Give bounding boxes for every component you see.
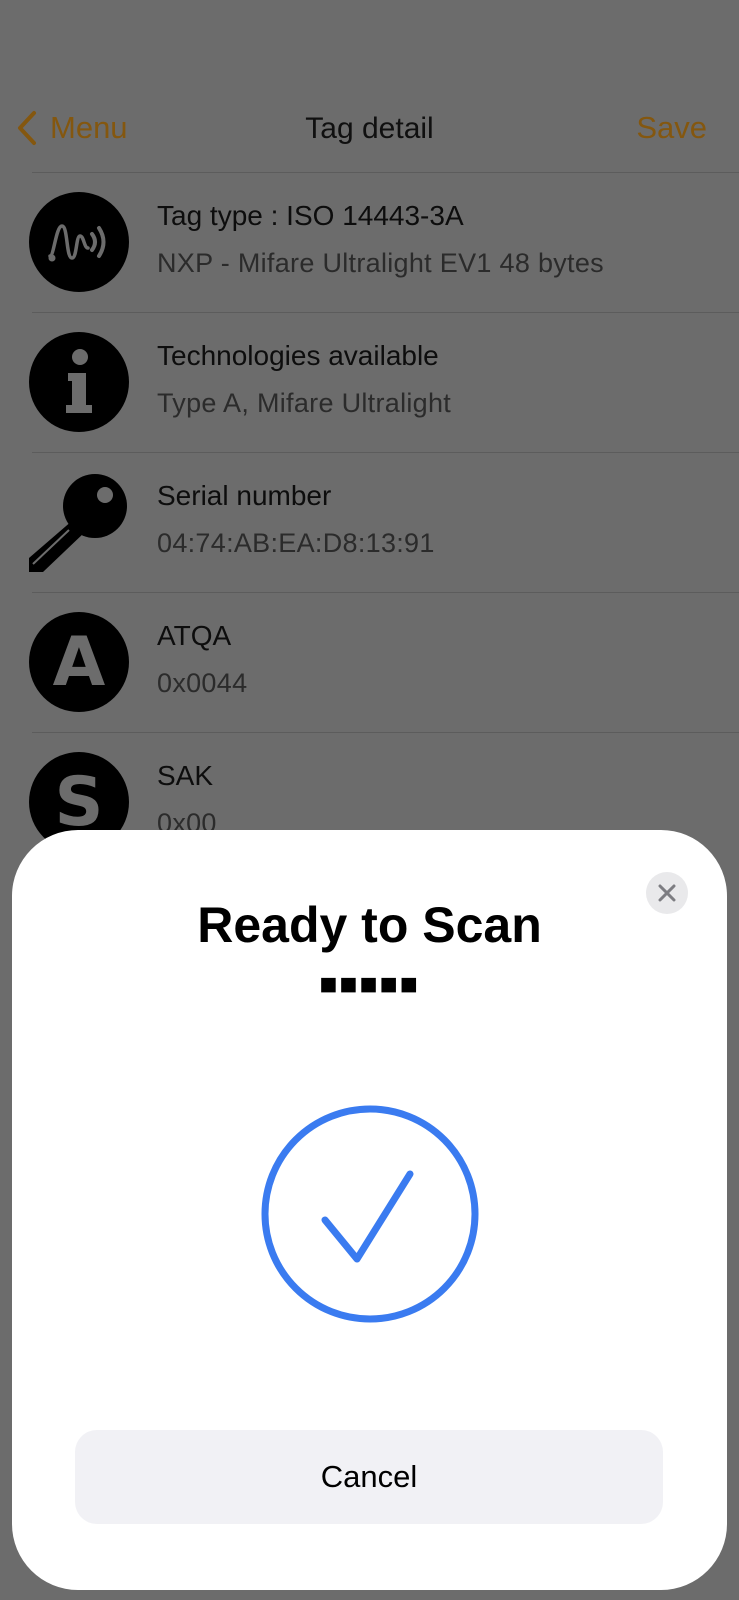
row-title: ATQA: [157, 620, 232, 651]
divider: [32, 592, 739, 593]
row-title: Tag type : ISO 14443-3A: [157, 200, 464, 231]
divider: [32, 452, 739, 453]
save-button[interactable]: Save: [636, 110, 707, 146]
list-item-tag-type[interactable]: Tag type : ISO 14443-3A NXP - Mifare Ult…: [0, 172, 739, 312]
row-value: Type A, Mifare Ultralight: [157, 388, 452, 418]
chevron-left-icon: [18, 111, 36, 145]
divider: [32, 732, 739, 733]
row-title: SAK: [157, 760, 214, 791]
divider: [32, 312, 739, 313]
back-label: Menu: [50, 110, 128, 145]
sheet-title: Ready to Scan: [197, 897, 542, 953]
row-title: Serial number: [157, 480, 332, 511]
back-button[interactable]: Menu: [16, 110, 128, 146]
sheet-subtitle: ■■■■■: [319, 968, 420, 1001]
checkmark-circle-icon: [261, 1105, 479, 1323]
divider: [32, 172, 739, 173]
list-item-atqa[interactable]: A ATQA 0x0044: [0, 592, 739, 732]
row-value: NXP - Mifare Ultralight EV1 48 bytes: [157, 248, 604, 278]
tag-info-list: Tag type : ISO 14443-3A NXP - Mifare Ult…: [0, 172, 739, 872]
row-value: 04:74:AB:EA:D8:13:91: [157, 528, 435, 558]
cancel-button[interactable]: Cancel: [75, 1430, 663, 1524]
row-value: 0x0044: [157, 668, 248, 698]
row-title: Technologies available: [157, 340, 439, 371]
list-item-technologies[interactable]: Technologies available Type A, Mifare Ul…: [0, 312, 739, 452]
list-item-serial-number[interactable]: Serial number 04:74:AB:EA:D8:13:91: [0, 452, 739, 592]
nfc-scan-sheet: Ready to Scan ■■■■■ Cancel: [12, 830, 727, 1590]
key-icon: [29, 474, 127, 572]
info-icon: [29, 332, 129, 432]
letter-a-icon: A: [29, 612, 129, 712]
nfc-wave-icon: [29, 192, 129, 292]
navigation-bar: Menu Tag detail Save: [0, 88, 739, 168]
